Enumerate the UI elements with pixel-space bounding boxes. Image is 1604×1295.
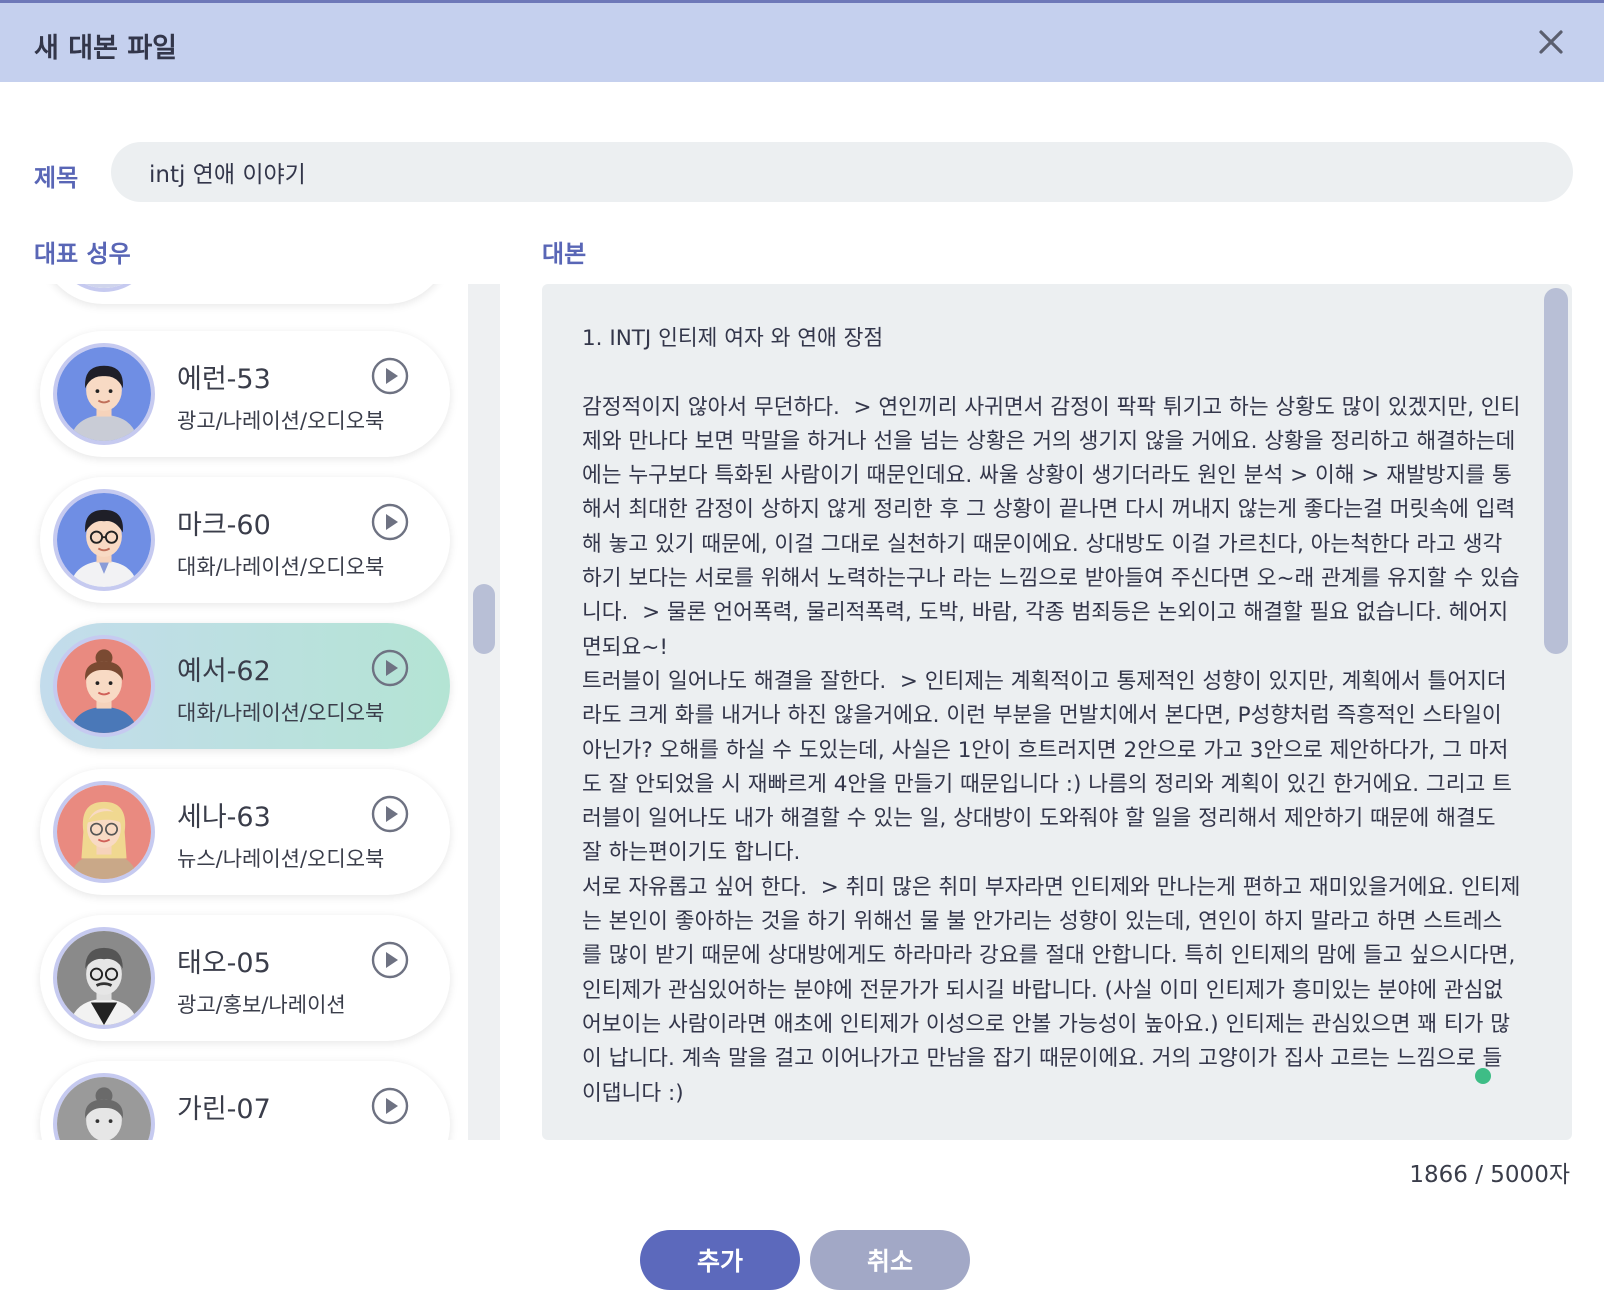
voice-list-panel: 에런-53 광고/나레이션/오디오북 마크-60 대화/나레이션/오디오북 예서… [30,284,500,1140]
script-editor[interactable]: 1. INTJ 인티제 여자 와 연애 장점 감정적이지 않아서 무던하다. >… [542,284,1572,1140]
avatar [53,284,155,292]
script-text[interactable]: 1. INTJ 인티제 여자 와 연애 장점 감정적이지 않아서 무던하다. >… [582,322,1522,1111]
title-label: 제목 [34,164,79,192]
avatar [53,635,155,737]
avatar [53,343,155,445]
voice-card-garin[interactable]: 가린-07 [40,1061,450,1140]
close-icon[interactable] [1532,23,1570,61]
status-dot-icon [1475,1068,1491,1084]
voice-tags: 대화/나레이션/오디오북 [177,555,385,579]
play-icon[interactable] [370,794,410,834]
voice-name: 예서-62 [177,656,271,687]
play-icon[interactable] [370,940,410,980]
avatar [53,489,155,591]
voice-card-hidden[interactable] [40,284,450,304]
character-counter: 1866 / 5000자 [1409,1162,1570,1188]
voice-card-aeron[interactable]: 에런-53 광고/나레이션/오디오북 [40,331,450,457]
voice-name: 에런-53 [177,364,271,395]
avatar [53,1073,155,1140]
voice-card-sena[interactable]: 세나-63 뉴스/나레이션/오디오북 [40,769,450,895]
voice-tags: 광고/나레이션/오디오북 [177,409,385,433]
script-scroll-thumb[interactable] [1544,288,1568,654]
voice-card-yeseo[interactable]: 예서-62 대화/나레이션/오디오북 [40,623,450,749]
voice-name: 가린-07 [177,1094,271,1125]
voice-name: 세나-63 [177,802,271,833]
dialog-title: 새 대본 파일 [34,33,177,64]
voice-list-scrollbar[interactable] [468,284,500,1140]
play-icon[interactable] [370,502,410,542]
script-scrollbar[interactable] [1544,288,1568,1136]
script-section-label: 대본 [542,240,587,268]
voice-card-taeo[interactable]: 태오-05 광고/홍보/나레이션 [40,915,450,1041]
add-button[interactable]: 추가 [640,1230,800,1290]
voice-tags: 대화/나레이션/오디오북 [177,701,385,725]
voice-card-mark[interactable]: 마크-60 대화/나레이션/오디오북 [40,477,450,603]
voice-list-scroll-thumb[interactable] [473,584,495,654]
play-icon[interactable] [370,1086,410,1126]
play-icon[interactable] [370,356,410,396]
play-icon[interactable] [370,648,410,688]
dialog-header: 새 대본 파일 [0,0,1604,82]
cancel-button[interactable]: 취소 [810,1230,970,1290]
title-input[interactable] [111,142,1573,202]
avatar [53,927,155,1029]
voice-tags: 광고/홍보/나레이션 [177,993,346,1017]
voice-name: 마크-60 [177,510,271,541]
voice-name: 태오-05 [177,948,271,979]
avatar [53,781,155,883]
voice-section-label: 대표 성우 [34,240,131,268]
voice-tags: 뉴스/나레이션/오디오북 [177,847,385,871]
